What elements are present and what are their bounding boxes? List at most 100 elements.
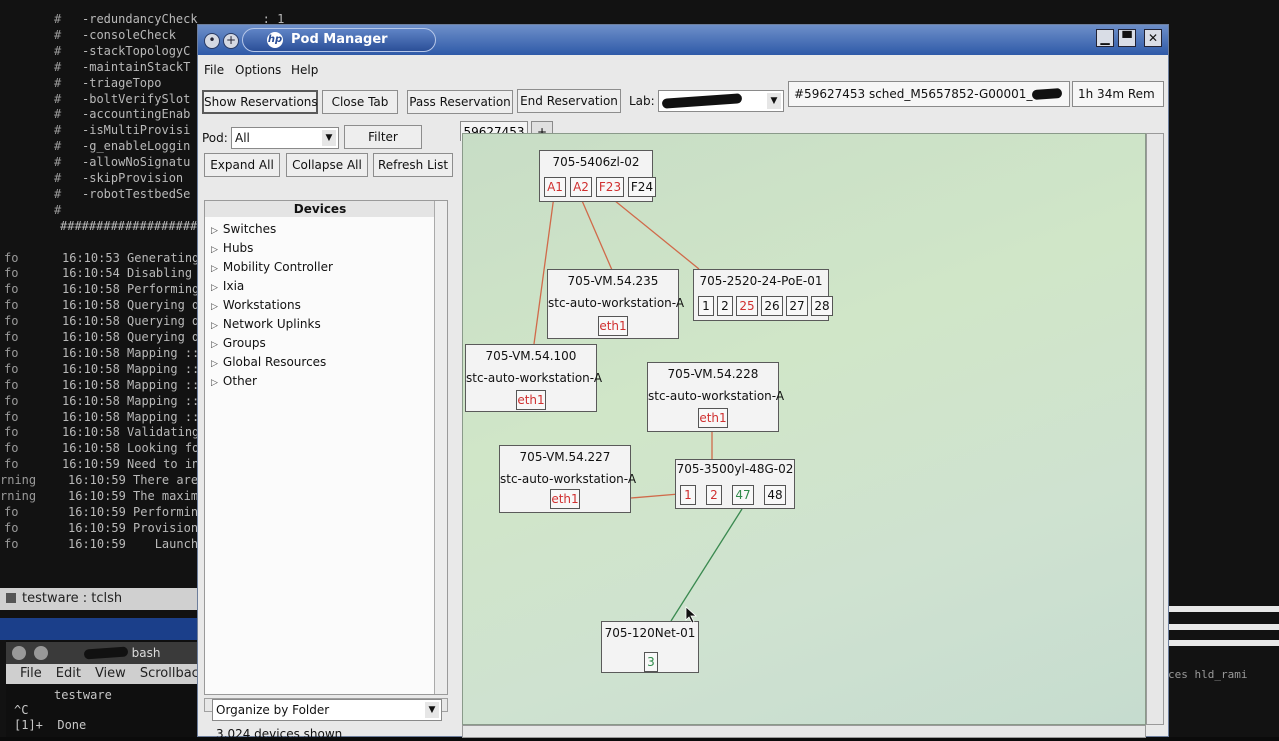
port-2[interactable]: 2 <box>717 296 733 316</box>
tree-item-hubs[interactable]: ▷ Hubs <box>211 241 253 255</box>
topology-canvas[interactable]: 705-5406zl-02 A1 A2 F23 F24 705-VM.54.235 stc-… <box>462 133 1146 725</box>
expand-triangle-icon[interactable]: ▷ <box>211 226 218 236</box>
bash-menu-item[interactable]: Edit <box>56 666 81 681</box>
port-1[interactable]: 1 <box>680 485 696 505</box>
expand-triangle-icon[interactable]: ▷ <box>211 283 218 293</box>
close-icon[interactable]: ✕ <box>1144 29 1162 47</box>
port-f23[interactable]: F23 <box>596 177 624 197</box>
terminal-line: -allowNoSignatu <box>82 155 191 170</box>
expand-triangle-icon[interactable]: ▷ <box>211 340 218 350</box>
terminal-line-prefix: fo <box>4 330 19 344</box>
menu-help[interactable]: Help <box>291 63 318 77</box>
end-reservation-button[interactable]: End Reservation <box>517 89 621 113</box>
tree-item-switches[interactable]: ▷ Switches <box>211 222 276 236</box>
port-28[interactable]: 28 <box>811 296 833 316</box>
menu-options[interactable]: Options <box>235 63 281 77</box>
port-25[interactable]: 25 <box>736 296 758 316</box>
show-reservations-button[interactable]: Show Reservations <box>202 90 318 114</box>
tree-item-global-resources[interactable]: ▷ Global Resources <box>211 355 326 369</box>
terminal-line-prefix: fo <box>4 520 19 535</box>
bash-title-text: bash <box>131 646 161 660</box>
port-a1[interactable]: A1 <box>544 177 566 197</box>
canvas-vertical-scrollbar[interactable] <box>1146 133 1164 725</box>
port-eth1[interactable]: eth1 <box>598 316 628 336</box>
organize-select[interactable]: Organize by Folder ▼ <box>212 699 442 721</box>
canvas-horizontal-scrollbar[interactable] <box>462 725 1146 738</box>
tree-item-workstations[interactable]: ▷ Workstations <box>211 298 301 312</box>
port-26[interactable]: 26 <box>761 296 783 316</box>
expand-triangle-icon[interactable]: ▷ <box>211 245 218 255</box>
bash-close-icon[interactable] <box>12 646 26 660</box>
device-sw3500[interactable]: 705-3500yl-48G-02 1 2 47 48 <box>675 459 795 509</box>
device-name: 705-VM.54.100 <box>485 349 577 363</box>
port-48[interactable]: 48 <box>764 485 786 505</box>
terminal-line: 16:10:59 There are <box>68 473 199 488</box>
bash-menu-item[interactable]: View <box>95 666 126 681</box>
collapse-all-button[interactable]: Collapse All <box>286 153 368 177</box>
port-3[interactable]: 3 <box>644 652 658 672</box>
filter-button[interactable]: Filter <box>344 125 422 149</box>
tree-item-ixia[interactable]: ▷ Ixia <box>211 279 244 293</box>
tree-item-groups[interactable]: ▷ Groups <box>211 336 266 350</box>
close-tab-button[interactable]: Close Tab <box>322 90 398 114</box>
terminal-line: -stackTopologyC <box>82 43 191 58</box>
device-sw2520[interactable]: 705-2520-24-PoE-01 1 2 25 26 27 28 <box>693 269 833 321</box>
port-eth1[interactable]: eth1 <box>550 489 580 509</box>
terminal-line: 16:10:54 Disabling <box>62 266 193 281</box>
expand-triangle-icon[interactable]: ▷ <box>211 378 218 388</box>
pod-select[interactable]: All ▼ <box>231 127 339 149</box>
tree-item-label: Switches <box>222 222 277 236</box>
title-bar[interactable]: • + hp Pod Manager ▁ ▀ ✕ <box>198 25 1168 55</box>
chevron-down-icon[interactable]: ▼ <box>322 130 336 146</box>
terminal-line-prefix: fo <box>4 504 19 519</box>
tree-item-other[interactable]: ▷ Other <box>211 374 257 388</box>
tree-item-mobility-controller[interactable]: ▷ Mobility Controller <box>211 260 333 274</box>
port-1[interactable]: 1 <box>698 296 714 316</box>
terminal-line: 16:10:58 Querying d <box>62 314 200 329</box>
window-menu-icon[interactable]: • <box>204 33 220 49</box>
bash-line: ^C <box>14 703 29 717</box>
port-f24[interactable]: F24 <box>628 177 656 197</box>
pass-reservation-button[interactable]: Pass Reservation <box>407 90 513 114</box>
expand-triangle-icon[interactable]: ▷ <box>211 359 218 369</box>
expand-triangle-icon[interactable]: ▷ <box>211 302 218 312</box>
device-sw5406[interactable]: 705-5406zl-02 A1 A2 F23 F24 <box>539 150 656 202</box>
device-vm235[interactable]: 705-VM.54.235 stc-auto-workstation-A eth1 <box>547 269 684 339</box>
terminal-line-prefix: # <box>54 139 62 154</box>
tree-item-network-uplinks[interactable]: ▷ Network Uplinks <box>211 317 321 331</box>
port-a2[interactable]: A2 <box>570 177 592 197</box>
window-pin-icon[interactable]: + <box>223 33 239 49</box>
tree-vertical-scrollbar[interactable] <box>434 201 447 694</box>
lab-select[interactable]: ▼ <box>658 90 784 112</box>
device-vm228[interactable]: 705-VM.54.228 stc-auto-workstation-A eth1 <box>647 362 784 432</box>
chevron-down-icon[interactable]: ▼ <box>767 93 781 109</box>
bash-menu-item[interactable]: File <box>20 666 42 681</box>
device-vm227[interactable]: 705-VM.54.227 stc-auto-workstation-A eth1 <box>499 445 637 513</box>
terminal-line: 16:10:58 Looking fo <box>62 441 200 456</box>
port-27[interactable]: 27 <box>786 296 808 316</box>
expand-all-button[interactable]: Expand All <box>204 153 280 177</box>
refresh-list-button[interactable]: Refresh List <box>373 153 453 177</box>
bash-title-bar[interactable]: bash <box>6 642 210 664</box>
expand-triangle-icon[interactable]: ▷ <box>211 321 218 331</box>
port-eth1[interactable]: eth1 <box>516 390 546 410</box>
bash-add-icon[interactable] <box>34 646 48 660</box>
maximize-icon[interactable]: ▀ <box>1118 29 1136 47</box>
chevron-down-icon[interactable]: ▼ <box>425 702 439 718</box>
port-eth1[interactable]: eth1 <box>698 408 728 428</box>
terminal-line: 16:10:58 Validating <box>62 425 200 440</box>
tree-item-label: Other <box>222 374 257 388</box>
device-tree[interactable]: Devices ▷ Switches ▷ Hubs ▷ Mobility Controll… <box>204 200 448 695</box>
port-47[interactable]: 47 <box>732 485 754 505</box>
device-subtitle: stc-auto-workstation-A <box>500 472 637 486</box>
minimize-icon[interactable]: ▁ <box>1096 29 1114 47</box>
device-net120[interactable]: 705-120Net-01 3 <box>601 621 699 673</box>
tclsh-window-title[interactable]: testware : tclsh <box>0 588 210 610</box>
device-vm100[interactable]: 705-VM.54.100 stc-auto-workstation-A eth1 <box>465 344 602 412</box>
expand-triangle-icon[interactable]: ▷ <box>211 264 218 274</box>
pod-manager-window: • + hp Pod Manager ▁ ▀ ✕ File Options He… <box>197 24 1169 741</box>
port-2[interactable]: 2 <box>706 485 722 505</box>
terminal-line: 16:10:58 Mapping :: <box>62 377 200 392</box>
menu-file[interactable]: File <box>204 63 224 77</box>
time-remaining: 1h 34m Rem <box>1072 81 1164 107</box>
